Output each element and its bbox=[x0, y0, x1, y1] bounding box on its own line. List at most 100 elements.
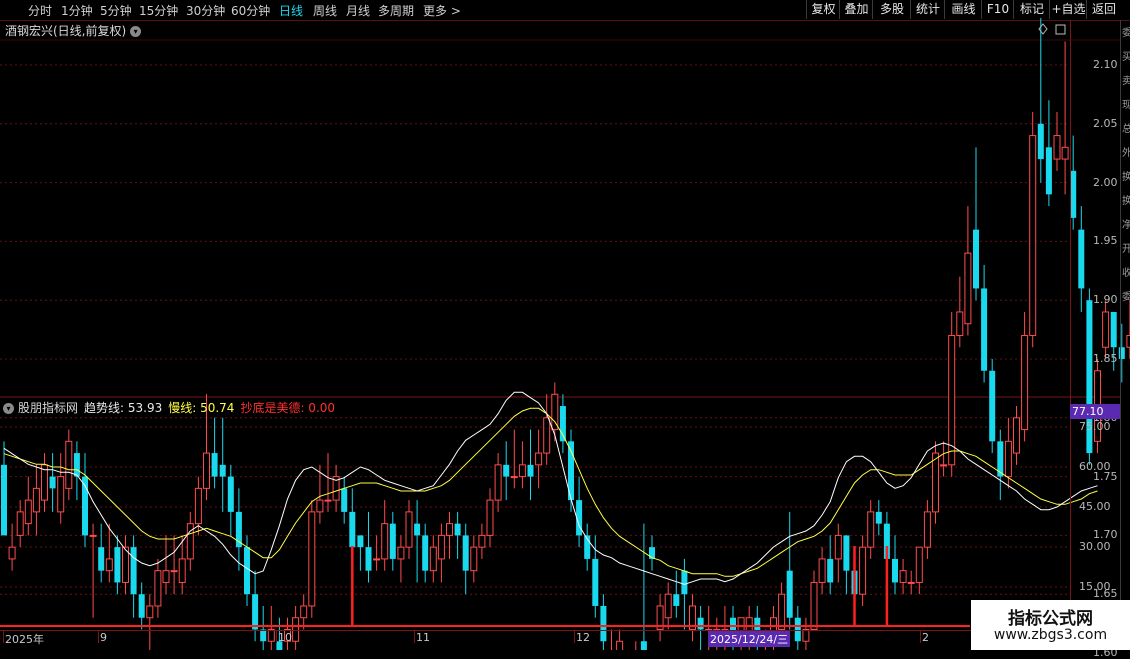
quote-field-label: 委 bbox=[1122, 24, 1130, 39]
candle-body bbox=[462, 535, 469, 571]
candle-body bbox=[170, 570, 178, 573]
time-tick bbox=[98, 631, 99, 643]
candle-body bbox=[843, 535, 850, 571]
candle-body bbox=[162, 570, 170, 583]
candle-body bbox=[154, 570, 162, 607]
candle-body bbox=[114, 547, 121, 583]
candle-body bbox=[664, 593, 672, 619]
indicator-current-value: 77.10 bbox=[1070, 404, 1120, 419]
candle-body bbox=[389, 523, 396, 559]
candle-body bbox=[73, 453, 80, 477]
candle-body bbox=[357, 535, 364, 548]
candle-body bbox=[308, 511, 316, 607]
trend-value: 趋势线: 53.93 bbox=[84, 401, 163, 415]
time-tick bbox=[3, 631, 4, 643]
candle-body bbox=[940, 464, 948, 467]
candle-body bbox=[227, 476, 234, 512]
indicator-axis-label: 30.00 bbox=[1079, 540, 1111, 553]
indicator-axis-label: 15.00 bbox=[1079, 580, 1111, 593]
quote-field-label: 外 bbox=[1122, 144, 1130, 159]
candle-body bbox=[834, 534, 842, 560]
candle-body bbox=[244, 547, 250, 595]
candle-body bbox=[503, 464, 510, 477]
candle-body bbox=[98, 547, 105, 571]
candle-body bbox=[381, 523, 389, 560]
candle-body bbox=[981, 288, 988, 371]
candle-body bbox=[543, 417, 551, 454]
candle-body bbox=[592, 558, 599, 606]
candle-body bbox=[827, 558, 834, 583]
candle-body bbox=[316, 499, 324, 513]
candle-body bbox=[105, 558, 113, 572]
candle-body bbox=[446, 523, 453, 536]
indicator-name: 股朋指标网 bbox=[18, 401, 79, 415]
candle-body bbox=[681, 570, 688, 595]
time-tick bbox=[920, 631, 921, 643]
time-label: 11 bbox=[416, 631, 430, 644]
chevron-down-icon[interactable]: ▾ bbox=[3, 403, 14, 414]
candle-body bbox=[422, 535, 429, 571]
time-label: 10 bbox=[278, 631, 292, 644]
candle-body bbox=[397, 546, 405, 560]
candle-body bbox=[1029, 135, 1037, 336]
candle-body bbox=[778, 593, 786, 630]
price-axis-label: 1.95 bbox=[1093, 234, 1118, 248]
time-tick bbox=[574, 631, 575, 643]
candle-body bbox=[65, 440, 73, 489]
candle-body bbox=[89, 534, 97, 537]
time-label: 2 bbox=[922, 631, 929, 644]
candle-body bbox=[211, 453, 218, 477]
candle-body bbox=[186, 523, 194, 560]
candle-body bbox=[24, 499, 32, 525]
candle-body bbox=[818, 558, 826, 583]
indicator-axis-label: 60.00 bbox=[1079, 460, 1111, 473]
candle-body bbox=[697, 617, 704, 630]
candle-body bbox=[16, 511, 24, 536]
candle-body bbox=[470, 546, 478, 572]
candle-body bbox=[1053, 135, 1061, 160]
indicator-axis-label: 45.00 bbox=[1079, 500, 1111, 513]
time-tick bbox=[276, 631, 277, 643]
candle-body bbox=[252, 594, 259, 630]
candle-body bbox=[535, 452, 543, 466]
candle-body bbox=[414, 523, 421, 536]
candle-body bbox=[437, 534, 445, 560]
price-axis-label: 2.00 bbox=[1093, 175, 1118, 189]
time-axis bbox=[0, 630, 1130, 651]
candle-body bbox=[8, 546, 16, 560]
candle-body bbox=[373, 558, 381, 561]
candle-body bbox=[494, 464, 502, 501]
candle-body bbox=[1004, 440, 1012, 478]
quote-field-label: 收 bbox=[1122, 264, 1130, 279]
candle-body bbox=[57, 476, 65, 513]
time-label: 9 bbox=[100, 631, 107, 644]
candle-body bbox=[146, 605, 154, 619]
candle-body bbox=[365, 547, 372, 571]
candle-body bbox=[1045, 147, 1052, 195]
candle-body bbox=[324, 499, 332, 502]
candle-body bbox=[859, 546, 867, 595]
candle-body bbox=[1037, 123, 1044, 160]
candle-body bbox=[1021, 334, 1029, 431]
chart-area[interactable] bbox=[0, 0, 1130, 650]
candle-body bbox=[429, 546, 437, 572]
quote-field-label: 净 bbox=[1122, 216, 1130, 231]
price-axis-label: 1.85 bbox=[1093, 352, 1118, 365]
quote-field-label: 买 bbox=[1122, 48, 1130, 63]
candle-body bbox=[32, 487, 40, 513]
quote-side-strip: 委买卖现总外换换净开收委 bbox=[1120, 20, 1130, 630]
quote-field-label: 换 bbox=[1122, 168, 1130, 183]
candle-body bbox=[300, 605, 308, 619]
slow-value: 慢线: 50.74 bbox=[168, 401, 235, 415]
indicator-title-bar: ▾ 股朋指标网 趋势线: 53.93 慢线: 50.74 抄底是美德: 0.00 bbox=[3, 399, 341, 416]
candle-body bbox=[219, 464, 226, 477]
quote-field-label: 委 bbox=[1122, 288, 1130, 303]
candle-body bbox=[907, 581, 915, 584]
candle-body bbox=[405, 511, 413, 548]
time-label: 2025年 bbox=[5, 633, 44, 646]
bottom-value: 抄底是美德: 0.00 bbox=[240, 401, 336, 415]
candle-body bbox=[786, 570, 793, 618]
candle-body bbox=[810, 581, 818, 630]
candle-body bbox=[341, 488, 348, 512]
candle-body bbox=[510, 476, 518, 479]
